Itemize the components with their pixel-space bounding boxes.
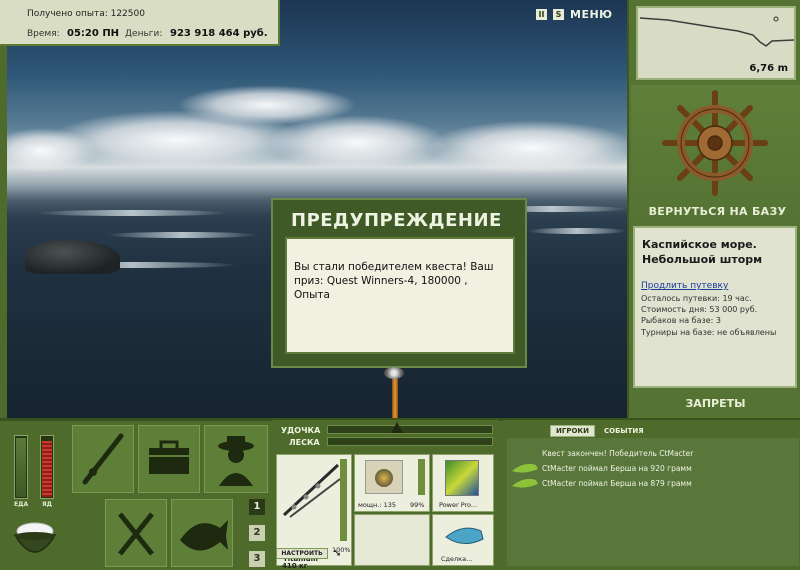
depth-map: 6,76 m bbox=[636, 6, 796, 80]
tab-events[interactable]: СОБЫТИЯ bbox=[599, 426, 649, 436]
cloud bbox=[427, 120, 627, 175]
empty-slot[interactable] bbox=[354, 514, 430, 566]
fish-caught-icon bbox=[512, 463, 538, 473]
tackle-panel: УДОЧКА ЛЕСКА 100% Titanium 410 кг мощн.:… bbox=[273, 420, 499, 570]
extend-permit-link[interactable]: Продлить путевку bbox=[641, 281, 728, 291]
rod-slot[interactable] bbox=[72, 425, 134, 493]
player-stats-panel: Получено опыта: 122500 Время: 05:20 ПН Д… bbox=[0, 0, 280, 46]
menu-button[interactable]: МЕНЮ bbox=[570, 8, 613, 21]
money-label: Деньги: bbox=[125, 29, 163, 39]
fisherman-icon bbox=[218, 436, 254, 486]
rod-weight: 410 кг bbox=[282, 562, 308, 570]
poison-bar bbox=[40, 435, 54, 499]
line-tension-gauge bbox=[327, 437, 493, 446]
event-item: Квест закончен! Победитель CtMacter bbox=[542, 449, 694, 458]
food-bar-fill bbox=[16, 438, 26, 497]
money-value: 923 918 464 руб. bbox=[170, 28, 268, 39]
fish-icon bbox=[180, 520, 228, 551]
events-panel: ИГРОКИ СОБЫТИЯ Квест закончен! Победител… bbox=[503, 420, 800, 566]
permit-remaining: Осталось путевки: 19 час. bbox=[641, 294, 752, 303]
rock bbox=[25, 240, 120, 274]
rod-image-icon bbox=[282, 463, 341, 518]
bait-card[interactable]: Сделка... bbox=[432, 514, 494, 566]
ship-wheel-icon bbox=[662, 90, 768, 196]
food-bar bbox=[14, 435, 28, 499]
event-item: CtMacter поймал Берша на 879 грамм bbox=[542, 479, 692, 488]
fork-knife-icon bbox=[118, 512, 154, 556]
rod-tension-gauge bbox=[327, 425, 493, 434]
events-list: Квест закончен! Победитель CtMacter CtMa… bbox=[507, 438, 799, 566]
food-pot-icon[interactable] bbox=[9, 517, 61, 561]
line-name: Power Pro... bbox=[439, 501, 478, 509]
reel-image-icon bbox=[365, 460, 403, 494]
reel-durability-bar bbox=[418, 459, 425, 495]
warning-dialog: ПРЕДУПРЕЖДЕНИЕ Вы стали победителем квес… bbox=[271, 198, 527, 368]
lure-icon bbox=[445, 527, 484, 544]
rod-gauge-label: УДОЧКА bbox=[281, 426, 321, 435]
rod-reel-icon bbox=[384, 367, 404, 379]
poison-label: ЯД bbox=[42, 501, 52, 508]
fishers-count: Рыбаков на базе: 3 bbox=[641, 316, 721, 325]
right-panel: 6,76 m ВЕРНУТЬСЯ НА БАЗУ Каспийское море… bbox=[627, 0, 800, 418]
depth-value: 6,76 m bbox=[749, 63, 788, 74]
tension-pointer-icon bbox=[391, 422, 403, 433]
tournaments-info: Турниры на базе: не объявлены bbox=[641, 328, 777, 337]
tackle-box-icon bbox=[149, 440, 189, 474]
return-to-base-label[interactable]: ВЕРНУТЬСЯ НА БАЗУ bbox=[631, 205, 800, 218]
base-info-panel: Каспийское море. Небольшой шторм Продлит… bbox=[633, 226, 797, 388]
sound-button[interactable]: S bbox=[553, 9, 564, 20]
tackle-box-slot[interactable] bbox=[138, 425, 200, 493]
pause-button[interactable]: II bbox=[536, 9, 547, 20]
fish-caught-icon bbox=[512, 478, 538, 488]
wave bbox=[527, 228, 627, 234]
line-card[interactable]: Power Pro... bbox=[432, 454, 494, 512]
bait-name: Сделка... bbox=[441, 555, 473, 563]
dialog-body: Вы стали победителем квеста! Ваш приз: Q… bbox=[285, 237, 515, 354]
reel-percent: 99% bbox=[410, 501, 425, 509]
event-item: CtMacter поймал Берша на 920 грамм bbox=[542, 464, 692, 473]
fishing-line-icon bbox=[445, 460, 479, 496]
food-slot[interactable] bbox=[105, 499, 167, 567]
reel-card[interactable]: мощн.: 135 99% bbox=[354, 454, 430, 512]
quick-slot-3[interactable]: 3 bbox=[249, 551, 265, 567]
rod-durability-bar bbox=[340, 459, 347, 541]
dialog-message: Вы стали победителем квеста! Ваш приз: Q… bbox=[294, 261, 494, 301]
character-slot[interactable] bbox=[204, 425, 268, 493]
poison-bar-fill bbox=[42, 441, 52, 497]
wave bbox=[107, 232, 257, 238]
wave bbox=[37, 210, 227, 216]
quick-slot-2[interactable]: 2 bbox=[249, 525, 265, 541]
location-name: Каспийское море. Небольшой шторм bbox=[642, 238, 763, 266]
events-tabs: ИГРОКИ СОБЫТИЯ bbox=[550, 425, 649, 437]
cloud bbox=[267, 115, 447, 170]
return-to-base-button[interactable]: ВЕРНУТЬСЯ НА БАЗУ bbox=[631, 85, 800, 220]
setup-button[interactable]: НАСТРОИТЬ bbox=[276, 548, 328, 559]
rod-icon bbox=[82, 433, 124, 485]
top-controls: II S МЕНЮ bbox=[536, 8, 613, 21]
cloud bbox=[7, 128, 97, 173]
fish-slot[interactable] bbox=[171, 499, 233, 567]
arrow-icon: ➘ bbox=[333, 548, 342, 559]
xp-label: Получено опыта: 122500 bbox=[27, 9, 145, 19]
food-label: ЕДА bbox=[14, 501, 29, 508]
time-label: Время: bbox=[27, 29, 60, 39]
line-gauge-label: ЛЕСКА bbox=[289, 438, 320, 447]
reel-power: мощн.: 135 bbox=[358, 501, 396, 509]
day-cost: Стоимость дня: 53 000 руб. bbox=[641, 305, 758, 314]
quick-slot-1[interactable]: 1 bbox=[249, 499, 265, 515]
dialog-title: ПРЕДУПРЕЖДЕНИЕ bbox=[291, 210, 502, 231]
restrictions-button[interactable]: ЗАПРЕТЫ bbox=[629, 397, 800, 410]
tab-players[interactable]: ИГРОКИ bbox=[550, 425, 595, 437]
time-value: 05:20 ПН bbox=[67, 28, 120, 39]
